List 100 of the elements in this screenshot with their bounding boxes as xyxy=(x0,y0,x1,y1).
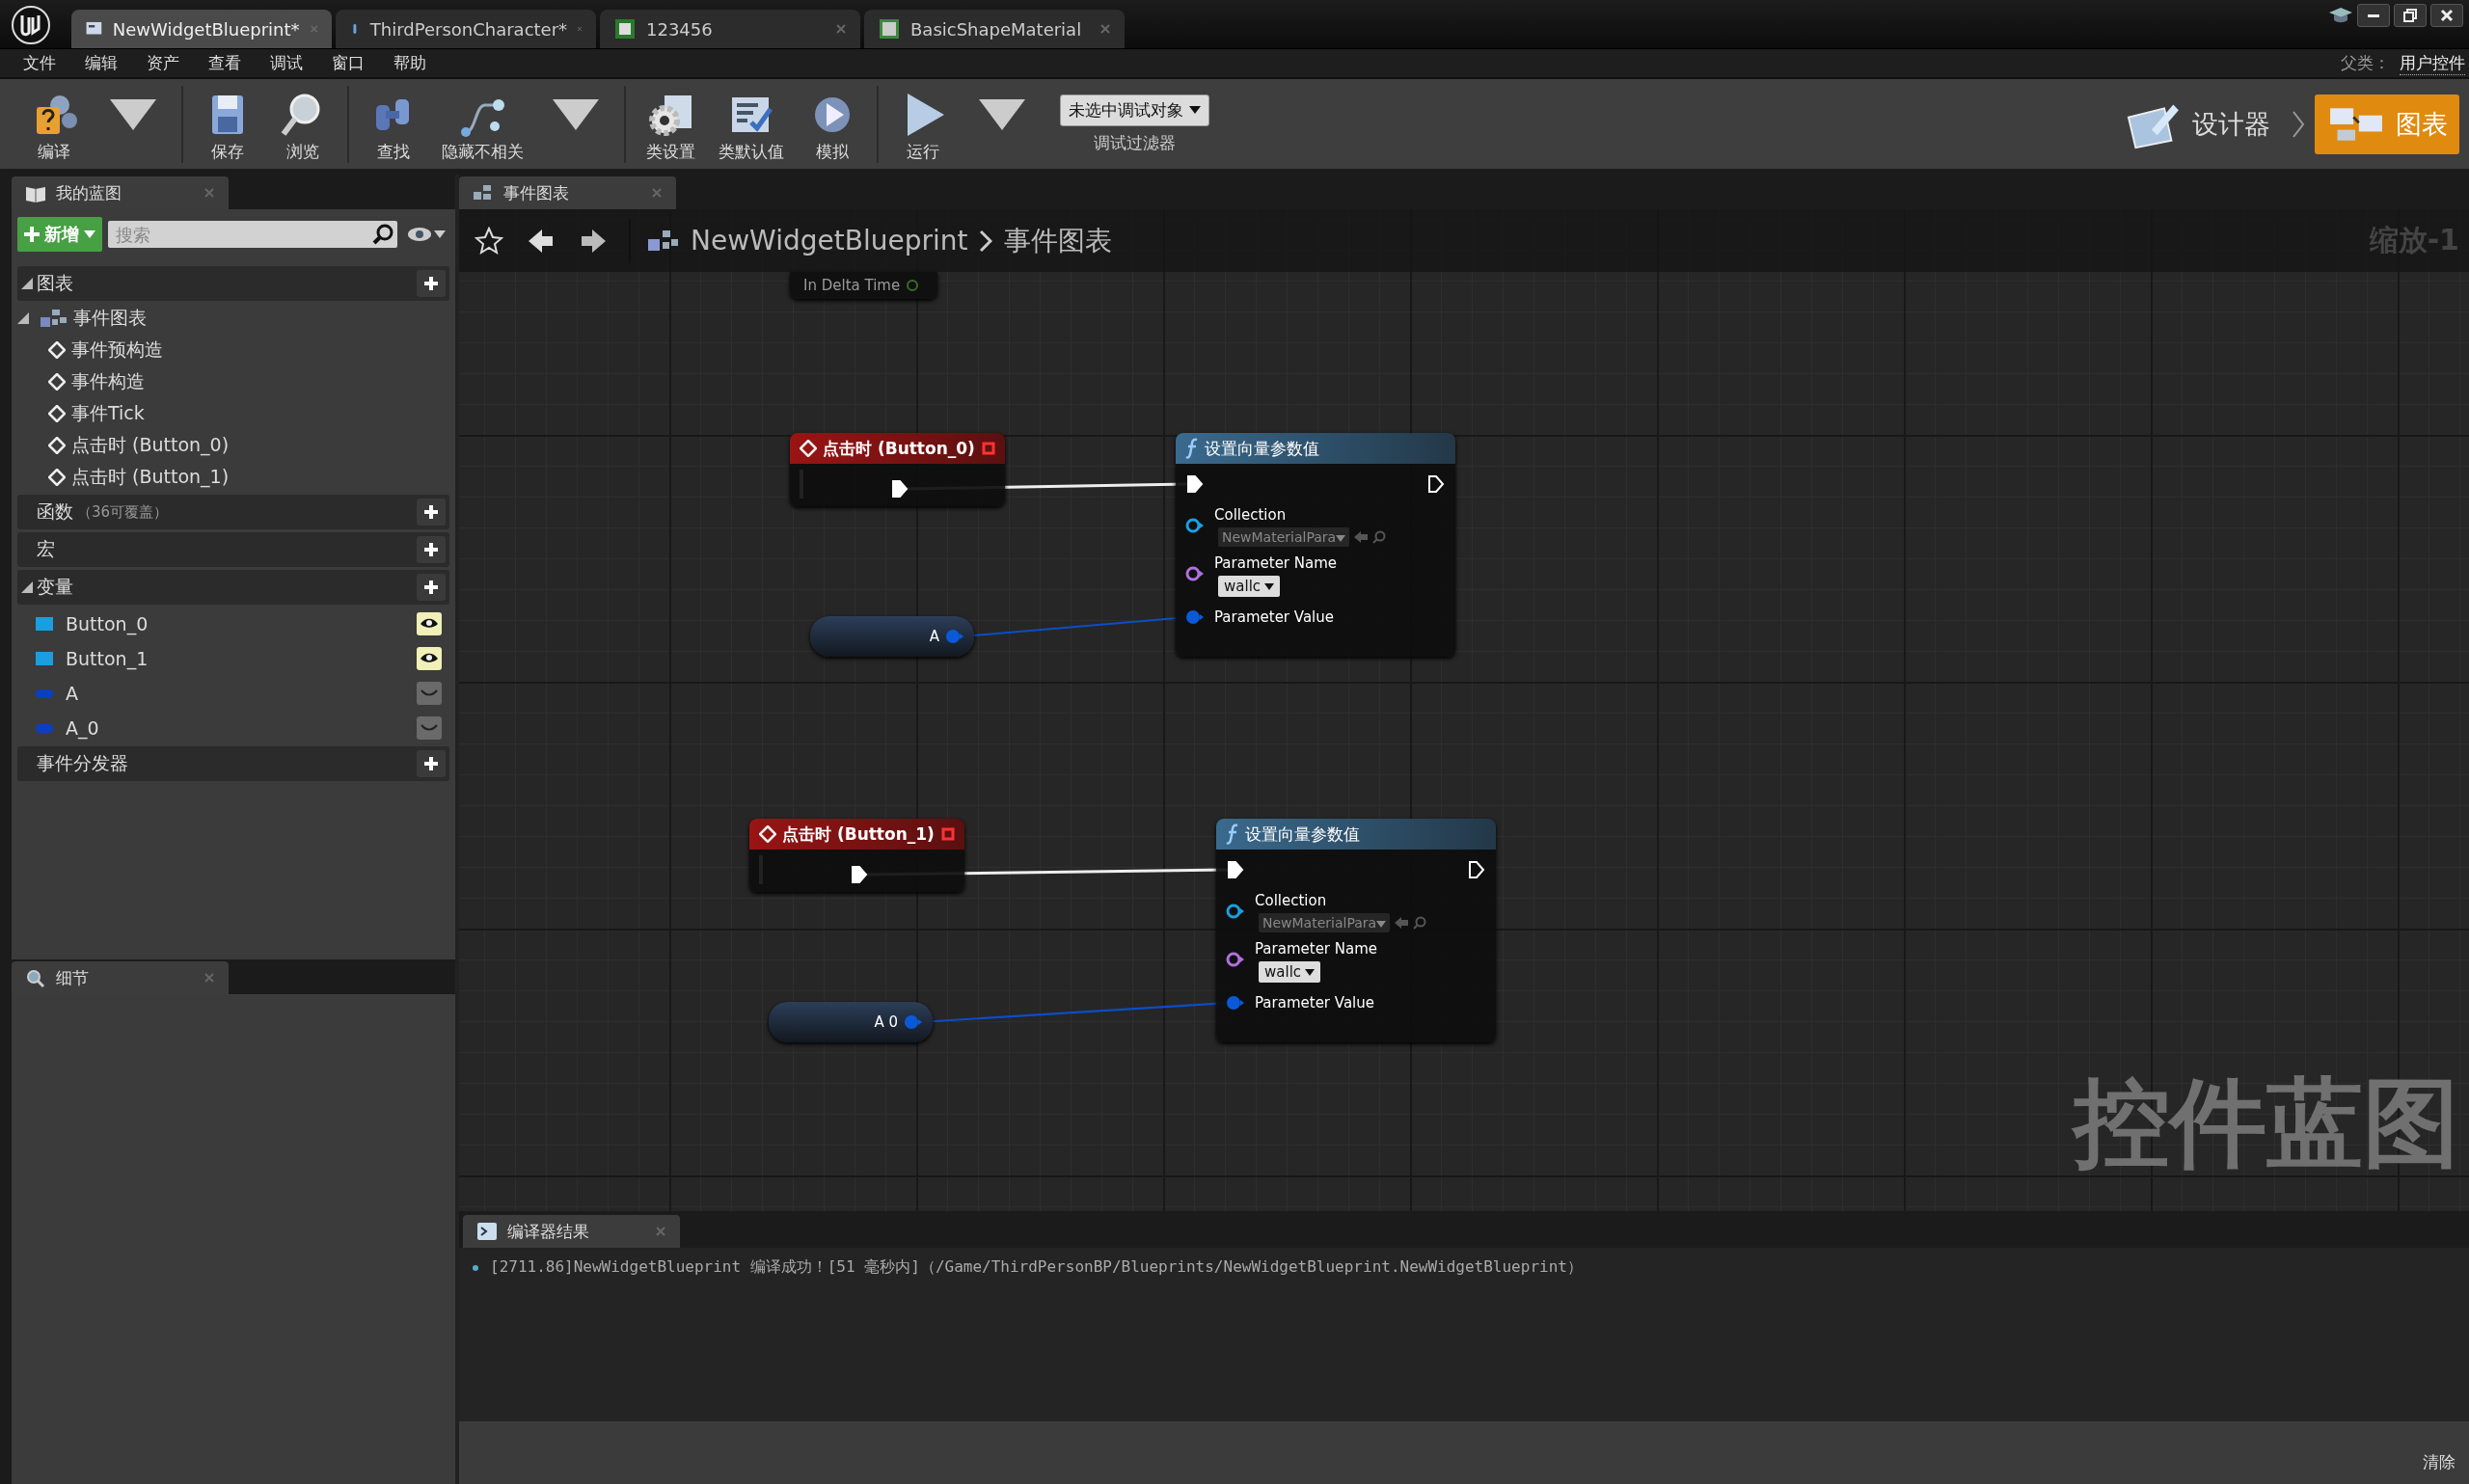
window-tab[interactable]: ThirdPersonCharacter* xyxy=(336,10,596,48)
pin-label: Parameter Name xyxy=(1255,940,1378,958)
exec-pin-icon xyxy=(889,479,909,499)
search-icon xyxy=(1413,916,1427,930)
menu-item[interactable]: 文件 xyxy=(23,52,56,74)
section-title[interactable]: 函数 xyxy=(37,499,73,525)
toolbar-button[interactable]: 类默认值 xyxy=(711,85,792,163)
minimize-button[interactable] xyxy=(2357,4,2390,27)
magnifier-icon xyxy=(25,968,46,987)
toolbar-button[interactable]: 模拟 xyxy=(798,85,867,163)
tree-item[interactable]: 事件Tick xyxy=(71,401,145,426)
plus-icon xyxy=(423,756,439,771)
window-tab[interactable]: NewWidgetBlueprint* xyxy=(71,10,332,48)
menu-item[interactable]: 资产 xyxy=(147,52,179,74)
use-asset-icon xyxy=(1394,916,1410,930)
graph-icon xyxy=(473,183,494,202)
add-button[interactable] xyxy=(417,574,446,601)
node-title: 设置向量参数值 xyxy=(1245,823,1360,846)
event-icon xyxy=(48,373,66,391)
tree-item[interactable]: 事件预构造 xyxy=(71,337,163,363)
section-title[interactable]: 事件分发器 xyxy=(37,751,128,776)
toolbar-button[interactable]: 保存 xyxy=(193,85,262,163)
section-title[interactable]: 图表 xyxy=(37,271,73,296)
toolbar-button[interactable]: 隐藏不相关 xyxy=(434,85,531,163)
pin-icon xyxy=(1226,952,1245,967)
tree-item[interactable]: 事件图表 xyxy=(73,306,147,331)
tree-item[interactable]: 点击时 (Button_1) xyxy=(71,465,230,490)
breadcrumb-link[interactable]: NewWidgetBlueprint xyxy=(691,225,968,256)
visibility-toggle[interactable] xyxy=(417,611,442,635)
debug-object-dropdown[interactable]: 未选中调试对象 xyxy=(1060,94,1209,126)
plus-icon xyxy=(23,226,41,243)
name-dropdown[interactable]: wallc xyxy=(1259,961,1321,983)
event-icon xyxy=(800,440,817,457)
eye-icon xyxy=(407,227,432,242)
panel-tab[interactable]: 编译器结果 xyxy=(463,1215,680,1248)
variable-name[interactable]: A xyxy=(66,682,405,704)
section-title[interactable]: 宏 xyxy=(37,537,55,562)
close-icon xyxy=(655,1226,666,1237)
search-field[interactable]: 搜索 xyxy=(108,221,397,248)
variable-node[interactable]: A 0 xyxy=(769,1002,933,1042)
menu-item[interactable]: 调试 xyxy=(270,52,303,74)
caret-icon xyxy=(434,230,446,238)
add-button[interactable] xyxy=(417,750,446,777)
toolbar-button[interactable]: 浏览 xyxy=(268,85,338,163)
variable-name[interactable]: Button_0 xyxy=(66,612,405,634)
panel-tab[interactable]: 我的蓝图 xyxy=(12,176,229,209)
close-icon xyxy=(309,23,318,35)
add-button[interactable] xyxy=(417,536,446,563)
node-title: 设置向量参数值 xyxy=(1205,437,1319,460)
pin-label: Collection xyxy=(1214,506,1288,524)
asset-dropdown[interactable]: NewMaterialPara xyxy=(1218,527,1350,547)
mode-tab[interactable]: 设计器 xyxy=(2111,94,2282,154)
delegate-pin-icon xyxy=(941,827,955,841)
function-icon xyxy=(1185,438,1199,459)
section-note: （36可覆盖） xyxy=(77,502,169,522)
menu-item[interactable]: 窗口 xyxy=(332,52,365,74)
close-icon xyxy=(203,972,215,984)
menu-item[interactable]: 查看 xyxy=(208,52,241,74)
console-icon xyxy=(476,1222,498,1241)
add-button[interactable] xyxy=(417,499,446,526)
parent-class-label: 父类： xyxy=(2341,51,2390,74)
event-node[interactable]: 点击时 (Button_1) xyxy=(749,819,964,892)
menu-item[interactable]: 帮助 xyxy=(393,52,426,74)
toolbar-button[interactable]: 编译 xyxy=(19,85,89,163)
name-dropdown[interactable]: wallc xyxy=(1218,576,1281,597)
window-tab[interactable]: BasicShapeMaterial xyxy=(864,10,1125,48)
variable-name[interactable]: Button_1 xyxy=(66,647,405,669)
toolbar-button[interactable]: 类设置 xyxy=(636,85,705,163)
use-asset-icon xyxy=(1353,530,1370,544)
toolbar-button[interactable]: 查找 xyxy=(359,85,428,163)
restore-button[interactable] xyxy=(2394,4,2427,27)
function-node[interactable]: 设置向量参数值 Collection NewMaterialPara Parameter Name wallc Parameter Value xyxy=(1216,819,1496,1042)
variable-node[interactable]: A xyxy=(810,616,974,657)
window-tab[interactable]: 123456 xyxy=(600,10,860,48)
toolbar-button[interactable]: 运行 xyxy=(888,85,958,163)
close-button[interactable] xyxy=(2430,4,2463,27)
tree-item[interactable]: 事件构造 xyxy=(71,369,145,394)
panel-tab[interactable]: 事件图表 xyxy=(459,176,676,209)
clear-button[interactable]: 清除 xyxy=(2417,1450,2461,1474)
parent-class-link[interactable]: 用户控件 xyxy=(2400,51,2465,75)
event-icon xyxy=(759,825,776,843)
add-button[interactable] xyxy=(417,270,446,297)
tree-item[interactable]: 点击时 (Button_0) xyxy=(71,433,230,458)
breadcrumb-link[interactable]: 事件图表 xyxy=(1004,222,1113,259)
caret-icon xyxy=(1336,535,1346,542)
variable-name[interactable]: A_0 xyxy=(66,716,405,739)
section-title[interactable]: 变量 xyxy=(37,575,73,600)
panel-tab[interactable]: 细节 xyxy=(12,961,229,994)
visibility-toggle[interactable] xyxy=(417,681,442,705)
pin-label: In Delta Time xyxy=(803,277,901,294)
document-icon xyxy=(878,17,901,40)
visibility-toggle[interactable] xyxy=(417,646,442,670)
menu-item[interactable]: 编辑 xyxy=(85,52,118,74)
graph-node[interactable]: In Delta Time xyxy=(790,272,937,299)
event-node[interactable]: 点击时 (Button_0) xyxy=(790,433,1005,506)
visibility-toggle[interactable] xyxy=(417,715,442,740)
function-node[interactable]: 设置向量参数值 Collection NewMaterialPara Parameter Name wallc Parameter Value xyxy=(1176,433,1455,657)
caret-icon xyxy=(1376,921,1387,928)
node-title: A xyxy=(929,628,939,645)
asset-dropdown[interactable]: NewMaterialPara xyxy=(1259,913,1391,932)
